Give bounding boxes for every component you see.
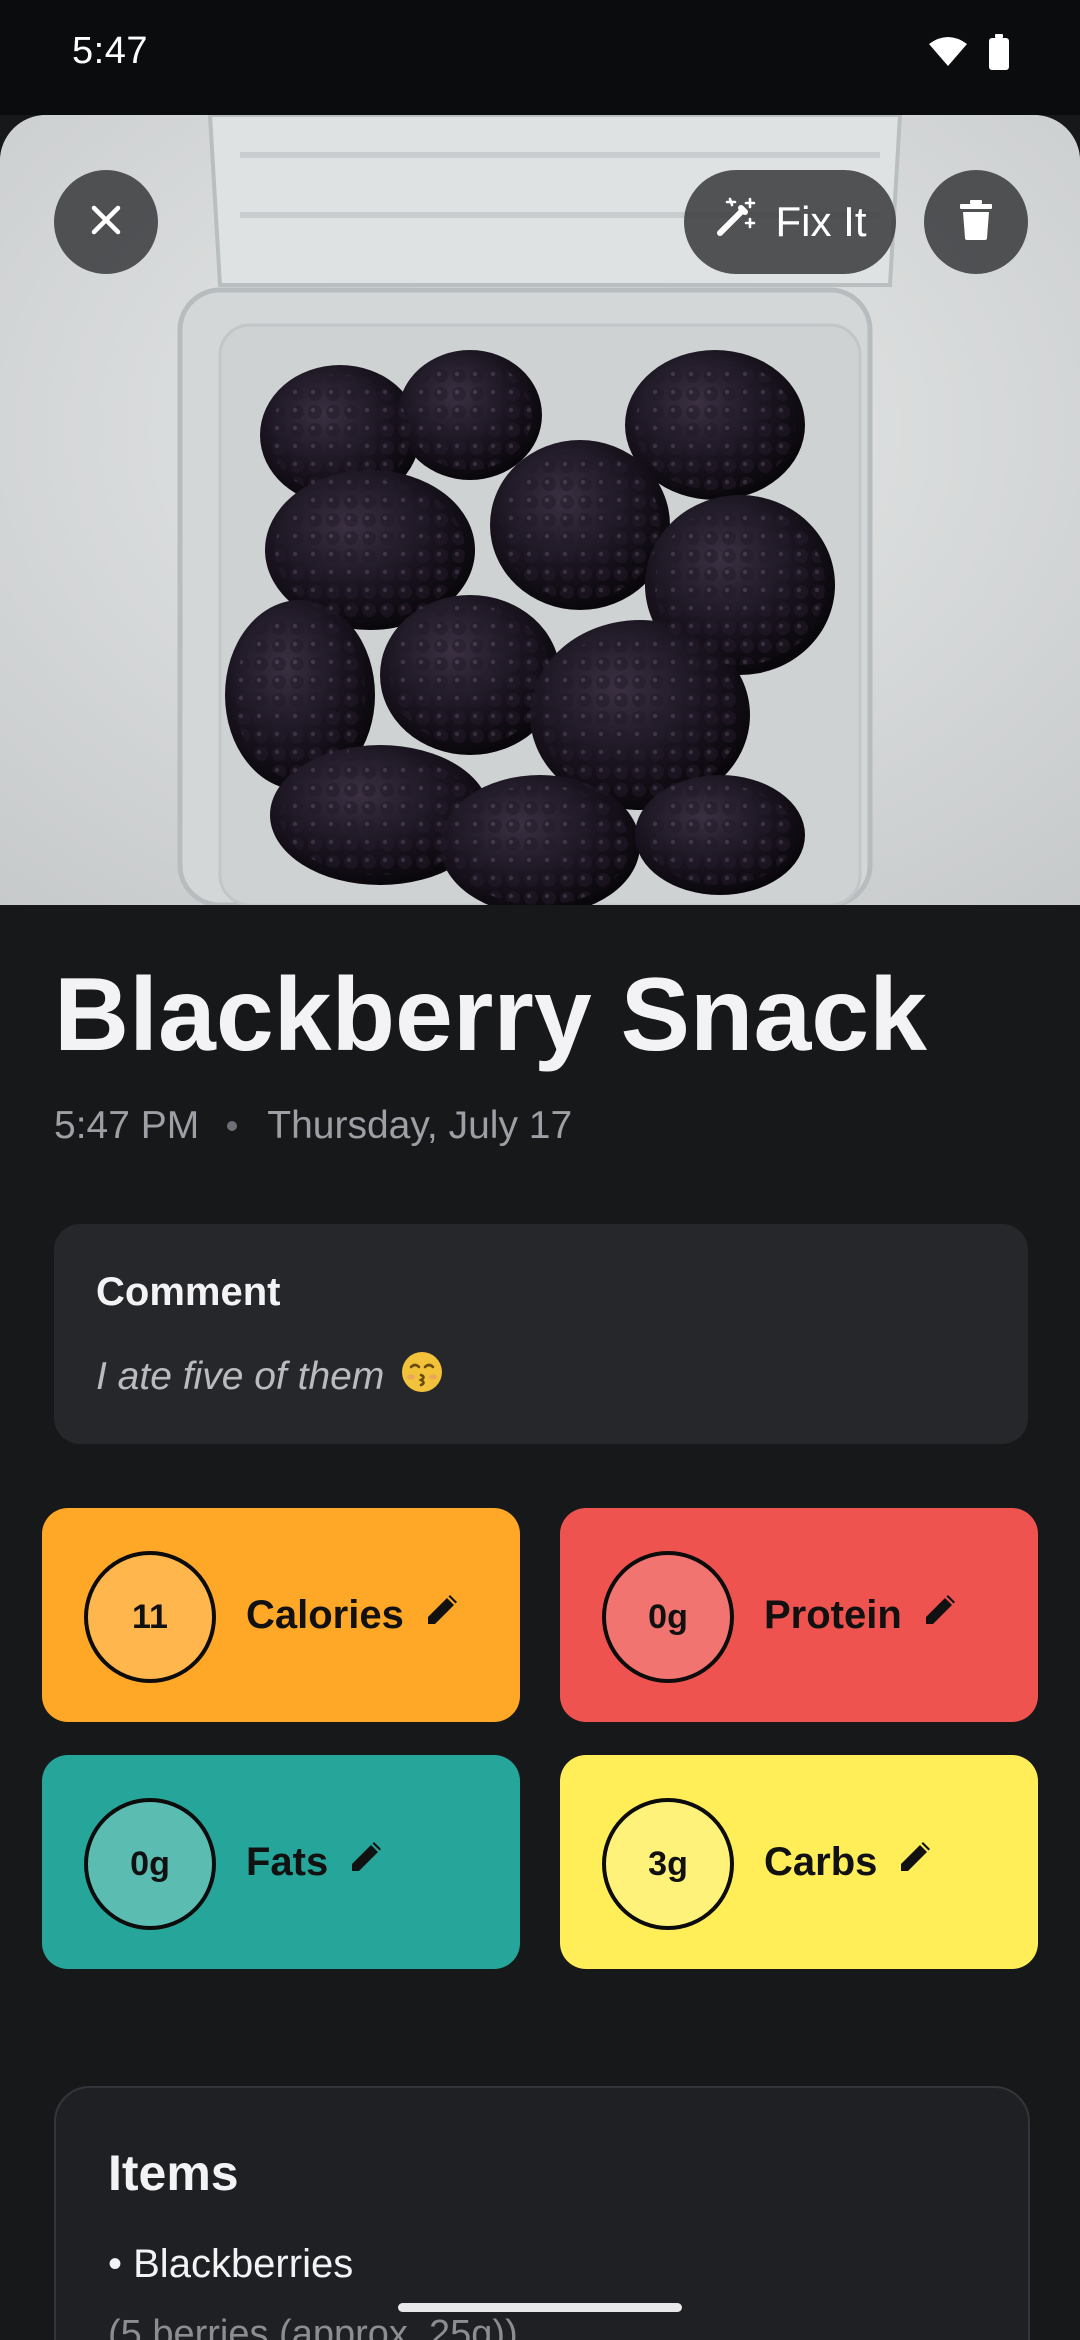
item-name-row: • Blackberries — [108, 2242, 354, 2286]
status-time: 5:47 — [72, 30, 148, 72]
calories-label: Calories — [246, 1592, 404, 1637]
list-item: • Blackberries (5 berries (approx. 25g)) — [108, 2242, 518, 2340]
wifi-icon — [928, 36, 968, 73]
fats-label-row: Fats — [246, 1755, 384, 1969]
comment-text-row: I ate five of them — [96, 1350, 444, 1404]
trash-icon — [959, 199, 993, 245]
meal-meta: 5:47 PM Thursday, July 17 — [54, 1104, 572, 1148]
meal-photo — [0, 115, 1080, 905]
carbs-value: 3g — [602, 1798, 734, 1930]
meal-time: 5:47 PM — [54, 1104, 200, 1147]
fats-tile[interactable]: 0g Fats — [42, 1755, 520, 1969]
battery-icon — [988, 34, 1010, 75]
meal-date: Thursday, July 17 — [267, 1104, 573, 1147]
meal-title: Blackberry Snack — [54, 957, 927, 1073]
close-button[interactable] — [54, 170, 158, 274]
calories-label-row: Calories — [246, 1508, 460, 1722]
comment-text: I ate five of them — [96, 1355, 385, 1398]
close-icon — [88, 202, 124, 243]
calories-tile[interactable]: 11 Calories — [42, 1508, 520, 1722]
items-heading: Items — [108, 2145, 239, 2201]
separator-dot — [227, 1121, 238, 1131]
carbs-label: Carbs — [764, 1839, 878, 1884]
protein-value: 0g — [602, 1551, 734, 1683]
pencil-icon[interactable] — [922, 1592, 958, 1638]
carbs-tile[interactable]: 3g Carbs — [560, 1755, 1038, 1969]
protein-label-row: Protein — [764, 1508, 958, 1722]
fix-it-label: Fix It — [775, 198, 867, 245]
fats-label: Fats — [246, 1839, 329, 1884]
status-icons — [928, 34, 1010, 75]
magic-wand-icon — [714, 195, 758, 249]
protein-label: Protein — [764, 1592, 902, 1637]
delete-button[interactable] — [924, 170, 1028, 274]
pencil-icon[interactable] — [897, 1839, 933, 1885]
items-card: Items • Blackberries (5 berries (approx.… — [54, 2086, 1030, 2340]
pencil-icon[interactable] — [348, 1839, 384, 1885]
meal-detail-screen: 5:47 Fix It Blackberry Snack 5:47 PM Thu… — [0, 0, 1080, 2340]
calories-value: 11 — [84, 1551, 216, 1683]
home-indicator[interactable] — [398, 2303, 682, 2312]
fix-it-button[interactable]: Fix It — [684, 170, 896, 274]
item-name: Blackberries — [133, 2242, 354, 2286]
fats-value: 0g — [84, 1798, 216, 1930]
comment-card[interactable]: Comment I ate five of them — [54, 1224, 1028, 1444]
carbs-label-row: Carbs — [764, 1755, 933, 1969]
comment-heading: Comment — [96, 1270, 281, 1314]
items-list: • Blackberries (5 berries (approx. 25g)) — [108, 2242, 518, 2340]
protein-tile[interactable]: 0g Protein — [560, 1508, 1038, 1722]
item-detail: (5 berries (approx. 25g)) — [108, 2313, 518, 2340]
status-bar: 5:47 — [0, 0, 1080, 115]
kissing-face-emoji — [400, 1350, 444, 1404]
pencil-icon[interactable] — [424, 1592, 460, 1638]
